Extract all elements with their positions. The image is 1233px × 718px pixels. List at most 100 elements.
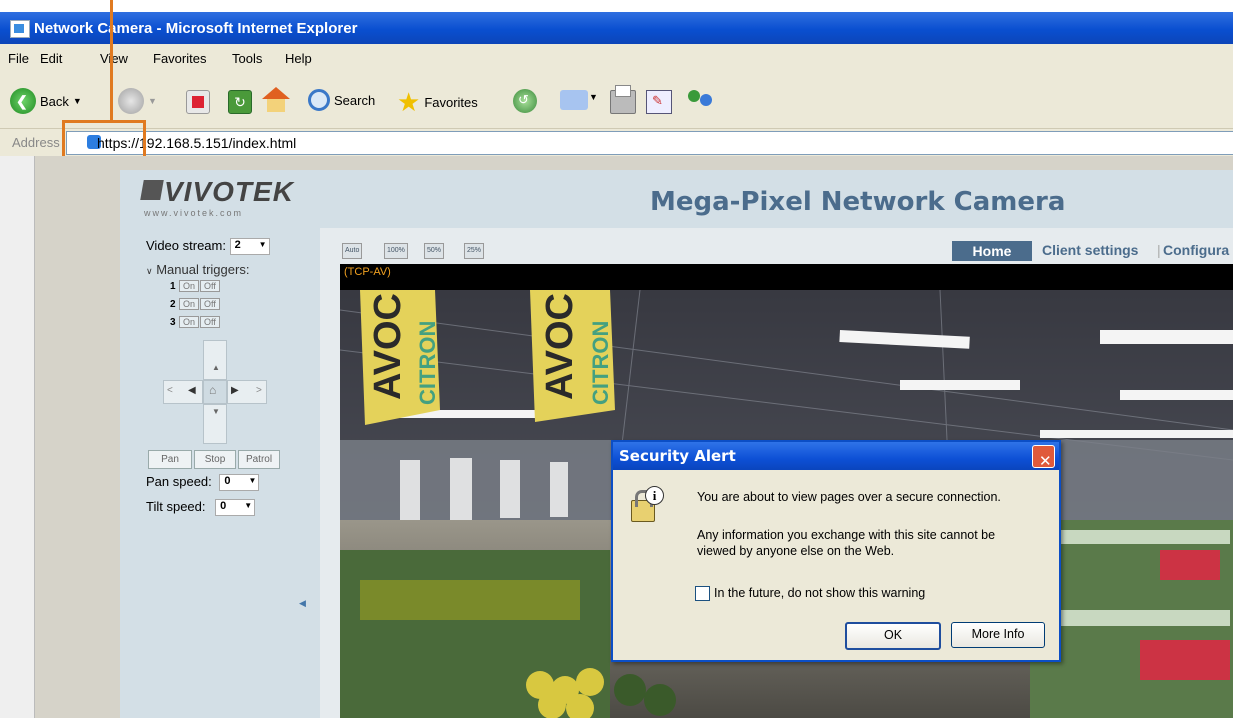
chevron-down-icon: ▼ (248, 476, 257, 486)
ok-button[interactable]: OK (845, 622, 941, 650)
mail-icon: ▼ (589, 92, 598, 102)
pan-speed-label: Pan speed: (146, 474, 212, 489)
nav-separator: | (1157, 242, 1161, 258)
pan-right-button[interactable]: ▶ > (227, 380, 267, 404)
menu-help[interactable]: Help (285, 51, 312, 66)
pan-button[interactable]: Pan (148, 450, 192, 469)
down-arrow-icon: ▼ (212, 407, 220, 416)
close-icon: ✕ (1039, 452, 1052, 470)
search-icon (308, 89, 330, 111)
pan-speed-value: 0 (224, 475, 231, 488)
dialog-title-bar[interactable]: Security Alert ✕ (613, 442, 1059, 470)
banner-text: AVOC (367, 293, 409, 400)
nav-configuration[interactable]: Configura (1163, 242, 1233, 258)
annotation-pointer-line (110, 0, 113, 122)
menu-file[interactable]: File (8, 51, 29, 66)
menu-bar: File Edit View Favorites Tools Help (0, 44, 1233, 72)
do-not-show-checkbox[interactable] (695, 586, 710, 601)
address-input[interactable]: https://192.168.5.151/index.html (66, 131, 1233, 155)
stop-button[interactable] (186, 90, 210, 114)
size-50-button[interactable]: 50% (424, 243, 445, 259)
pan-left-button[interactable]: < ◀ (163, 380, 203, 404)
svg-text:CITRON: CITRON (588, 321, 613, 405)
trigger-1-off-button[interactable]: Off (200, 280, 220, 292)
logo-url: www.vivotek.com (144, 208, 244, 218)
manual-triggers-row[interactable]: ∨ Manual triggers: (146, 262, 249, 277)
video-status-bar (340, 264, 1233, 290)
dialog-title: Security Alert (619, 447, 736, 465)
refresh-icon: ↻ (234, 94, 246, 110)
nav-client-settings[interactable]: Client settings (1042, 242, 1138, 258)
pan-speed-select[interactable]: 0 ▼ (219, 474, 260, 492)
home-icon: ⌂ (209, 383, 217, 397)
chevron-down-icon: ▼ (244, 501, 253, 511)
history-icon: ↺ (518, 92, 529, 107)
dialog-message-line: viewed by anyone else on the Web. (697, 544, 895, 558)
nav-home[interactable]: Home (952, 241, 1032, 261)
edit-button[interactable]: ✎ (646, 90, 672, 114)
page-title: Mega-Pixel Network Camera (650, 187, 1066, 217)
home-position-button[interactable]: ⌂ (203, 380, 227, 404)
trigger-row-3: 3 On Off (170, 316, 220, 328)
home-icon (262, 87, 290, 99)
stop-icon (192, 96, 204, 108)
up-arrow-icon: ▲ (212, 363, 220, 372)
toolbar: ❮ Back ▼ ▼ ↻ Search ★ Favorites ↺ ▼ ✎ (0, 72, 1233, 128)
collapse-panel-arrow-icon[interactable]: ◀ (299, 598, 306, 609)
back-arrow-icon: ❮ (10, 88, 36, 114)
menu-edit[interactable]: Edit (40, 51, 62, 66)
tilt-speed-select[interactable]: 0 ▼ (215, 499, 256, 517)
manual-triggers-label: Manual triggers: (156, 262, 250, 277)
trigger-2-on-button[interactable]: On (179, 298, 200, 310)
print-button[interactable] (610, 85, 636, 114)
favorites-label: Favorites (424, 95, 478, 110)
history-button[interactable]: ↺ (513, 89, 537, 113)
window-title-bar[interactable]: Network Camera - Microsoft Internet Expl… (0, 12, 1233, 44)
back-label: Back (40, 93, 69, 109)
messenger-icon (688, 90, 700, 102)
dropdown-arrow-icon: ▼ (148, 96, 157, 106)
browser-left-gutter (0, 156, 35, 718)
security-alert-dialog: Security Alert ✕ i You are about to view… (611, 440, 1061, 662)
patrol-button[interactable]: Patrol (238, 450, 280, 469)
tilt-up-button[interactable]: ▲ (203, 340, 227, 380)
mail-button[interactable]: ▼ (560, 90, 598, 110)
do-not-show-label[interactable]: In the future, do not show this warning (714, 586, 925, 600)
trigger-number: 2 (170, 299, 176, 310)
logo-text: VIVOTEK (164, 176, 294, 207)
stop-ptz-button[interactable]: Stop (194, 450, 236, 469)
trigger-1-on-button[interactable]: On (179, 280, 200, 292)
trigger-3-off-button[interactable]: Off (200, 316, 220, 328)
svg-text:CITRON: CITRON (415, 321, 440, 405)
dialog-message-line: Any information you exchange with this s… (697, 528, 996, 542)
size-auto-button[interactable]: Auto (342, 243, 363, 259)
tilt-speed-row: Tilt speed: 0 ▼ (146, 499, 256, 517)
trigger-2-off-button[interactable]: Off (200, 298, 220, 310)
svg-text:AVOC: AVOC (539, 293, 581, 400)
tilt-down-button[interactable]: ▼ (203, 404, 227, 444)
search-button[interactable]: Search (308, 89, 375, 111)
size-100-button[interactable]: 100% (384, 243, 408, 259)
internet-explorer-icon (10, 20, 30, 38)
close-button[interactable]: ✕ (1032, 445, 1055, 470)
trigger-3-on-button[interactable]: On (179, 316, 200, 328)
back-button[interactable]: ❮ Back ▼ (10, 88, 82, 114)
size-25-button[interactable]: 25% (464, 243, 485, 259)
forward-button[interactable]: ▼ (118, 88, 157, 114)
star-icon: ★ (397, 87, 421, 117)
menu-favorites[interactable]: Favorites (153, 51, 206, 66)
messenger-button[interactable] (686, 88, 716, 114)
trigger-number: 1 (170, 281, 176, 292)
tilt-speed-value: 0 (220, 500, 227, 513)
video-stream-select[interactable]: 2 ▼ (229, 238, 270, 256)
menu-view[interactable]: View (100, 51, 128, 66)
trigger-row-1: 1 On Off (170, 280, 220, 292)
logo-mark-icon (140, 180, 164, 200)
menu-tools[interactable]: Tools (232, 51, 262, 66)
more-info-button[interactable]: More Info (951, 622, 1045, 648)
home-button[interactable] (262, 87, 290, 113)
favorites-button[interactable]: ★ Favorites (397, 87, 478, 118)
refresh-button[interactable]: ↻ (228, 90, 252, 114)
forward-arrow-icon (118, 88, 144, 114)
address-label: Address (12, 135, 60, 150)
